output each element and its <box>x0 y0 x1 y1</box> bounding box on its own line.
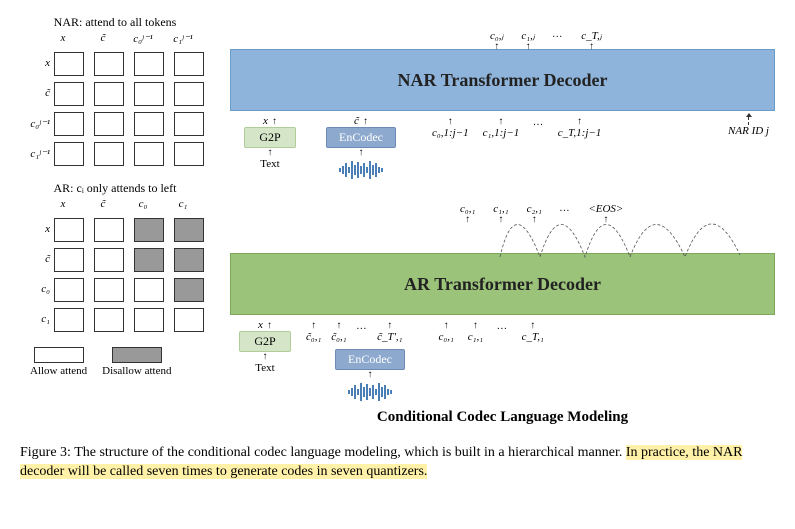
ar-in-token: c̃₀,₁ <box>331 331 346 343</box>
architecture-diagram: c₀,ⱼ↑ c₁,ⱼ↑ ... c_T,ⱼ↑ NAR Transformer D… <box>230 15 775 426</box>
ellipsis: ... <box>497 321 508 332</box>
ar-decoder-title: AR Transformer Decoder <box>404 274 601 295</box>
attention-matrices: NAR: attend to all tokens x c̃ c₀ʲ⁻¹ c₁ʲ… <box>20 15 210 426</box>
matrix-cell <box>54 278 84 302</box>
matrix-cell <box>134 112 164 136</box>
matrix-cell <box>94 278 124 302</box>
matrix-cell <box>174 218 204 242</box>
nar-col-h: c₁ʲ⁻¹ <box>168 32 198 46</box>
ar-row-h: c₁ <box>20 313 54 327</box>
ar-col-h: c₁ <box>168 198 198 212</box>
dashed-arrow-icon <box>748 117 749 125</box>
nar-row-h: c₀ʲ⁻¹ <box>20 117 54 131</box>
matrix-cell <box>54 218 84 242</box>
matrix-cell <box>54 142 84 166</box>
matrix-cell <box>174 82 204 106</box>
ar-outputs: c₀,₁↑ c₁,₁↑ c₂,₁↑ ... <EOS>↑ <box>230 203 795 225</box>
matrix-cell <box>94 82 124 106</box>
ar-matrix-title: AR: cᵢ only attends to left <box>20 181 210 196</box>
matrix-cell <box>94 308 124 332</box>
nar-in-token: c₀,1:j−1 <box>432 127 469 139</box>
nar-row-h: c₁ʲ⁻¹ <box>20 147 54 161</box>
matrix-cell <box>134 218 164 242</box>
subtitle: Conditional Codec Language Modeling <box>230 409 775 426</box>
ar-col-h: c₀ <box>128 198 158 212</box>
matrix-cell <box>134 248 164 272</box>
nar-id-label: NAR ID j <box>728 125 769 137</box>
ar-in-token: c₀,₁ <box>439 331 454 343</box>
matrix-cell <box>94 142 124 166</box>
caption-prefix: Figure 3: The structure of the condition… <box>20 445 626 460</box>
matrix-cell <box>134 52 164 76</box>
nar-in-token: c₁,1:j−1 <box>483 127 520 139</box>
waveform-icon <box>348 382 392 402</box>
matrix-cell <box>54 308 84 332</box>
ar-in-token: c̃_T',₁ <box>377 331 402 343</box>
matrix-cell <box>174 278 204 302</box>
ellipsis: ... <box>357 321 368 332</box>
text-label: Text <box>255 362 274 374</box>
matrix-cell <box>174 112 204 136</box>
ar-row-h: x <box>20 223 54 237</box>
ar-in-token: c̃₀,₁ <box>306 331 321 343</box>
ar-matrix: AR: cᵢ only attends to left x c̃ c₀ c₁ x… <box>20 181 210 332</box>
legend-allow-label: Allow attend <box>30 365 87 377</box>
ellipsis: ... <box>560 203 571 214</box>
matrix-cell <box>94 52 124 76</box>
matrix-cell <box>134 82 164 106</box>
legend: Allow attend Disallow attend <box>30 347 210 377</box>
matrix-cell <box>174 142 204 166</box>
nar-col-h: x <box>48 32 78 46</box>
matrix-cell <box>94 218 124 242</box>
nar-matrix-title: NAR: attend to all tokens <box>20 15 210 30</box>
matrix-cell <box>54 248 84 272</box>
nar-decoder-title: NAR Transformer Decoder <box>398 70 608 91</box>
nar-row-h: x <box>20 57 54 71</box>
matrix-cell <box>54 82 84 106</box>
matrix-cell <box>94 112 124 136</box>
waveform-icon <box>339 160 383 180</box>
matrix-cell <box>94 248 124 272</box>
figure-caption: Figure 3: The structure of the condition… <box>20 444 775 482</box>
x-label: x <box>263 115 268 127</box>
ar-col-h: c̃ <box>88 198 118 212</box>
x-label: x <box>258 319 263 331</box>
ar-in-token: c₁,₁ <box>468 331 483 343</box>
legend-disallow-box <box>112 347 162 363</box>
ellipsis: ... <box>533 117 544 128</box>
ellipsis: ... <box>553 29 564 40</box>
encodec-block: EnCodec <box>326 127 396 148</box>
nar-col-h: c₀ʲ⁻¹ <box>128 32 158 46</box>
matrix-cell <box>134 142 164 166</box>
ar-row-h: c̃ <box>20 253 54 267</box>
matrix-cell <box>134 308 164 332</box>
matrix-cell <box>174 308 204 332</box>
ar-row-h: c₀ <box>20 283 54 297</box>
legend-disallow-label: Disallow attend <box>102 365 171 377</box>
matrix-cell <box>54 112 84 136</box>
encodec-block: EnCodec <box>335 349 405 370</box>
nar-col-h: c̃ <box>88 32 118 46</box>
ar-decoder-block: AR Transformer Decoder <box>230 253 775 315</box>
nar-inputs: x ↑ G2P ↑ Text c̃ ↑ EnCodec ↑ ↑c₀,1:j− <box>230 115 775 193</box>
matrix-cell <box>54 52 84 76</box>
g2p-block: G2P <box>239 331 290 352</box>
ar-col-h: x <box>48 198 78 212</box>
c-tilde-label: c̃ <box>354 115 359 127</box>
matrix-cell <box>174 248 204 272</box>
nar-in-token: c_T,1:j−1 <box>558 127 602 139</box>
g2p-block: G2P <box>244 127 295 148</box>
matrix-cell <box>174 52 204 76</box>
nar-decoder-block: NAR Transformer Decoder <box>230 49 775 111</box>
legend-allow-box <box>34 347 84 363</box>
ar-inputs: x ↑ G2P ↑ Text ↑c̃₀,₁ ↑c̃₀,₁ ... ↑c̃_T',… <box>230 319 775 397</box>
text-label: Text <box>260 158 279 170</box>
nar-matrix: NAR: attend to all tokens x c̃ c₀ʲ⁻¹ c₁ʲ… <box>20 15 210 166</box>
nar-row-h: c̃ <box>20 87 54 101</box>
matrix-cell <box>134 278 164 302</box>
nar-outputs: c₀,ⱼ↑ c₁,ⱼ↑ ... c_T,ⱼ↑ <box>230 29 795 52</box>
ar-in-token: c_T,₁ <box>522 331 544 343</box>
